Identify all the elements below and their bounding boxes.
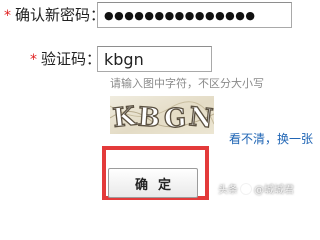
verify-code-hint: 请输入图中字符，不区分大小写 [110,77,264,90]
captcha-char: B [137,102,161,133]
watermark-account: @城城君 [254,185,294,196]
captcha-char: N [187,102,214,134]
confirm-password-field[interactable] [97,2,292,28]
captcha-image[interactable]: K B G N [110,96,214,134]
captcha-char: K [111,102,138,134]
captcha-graphic: K B G N [110,101,214,134]
refresh-captcha-link[interactable]: 看不清，换一张 [229,130,313,147]
watermark: 头条 @城城君 [218,181,294,196]
watermark-logo-icon [240,183,252,195]
submit-button[interactable]: 确定 [108,168,198,198]
confirm-password-label-text: 确认新密码： [15,6,106,24]
verify-code-label-text: 验证码： [41,50,102,68]
confirm-password-label: * 确认新密码： [4,5,105,26]
required-mark: * [4,8,11,24]
verify-code-label: * 验证码： [30,49,101,70]
captcha-char: G [163,103,187,134]
watermark-prefix: 头条 [218,185,238,196]
verify-code-input[interactable] [97,46,212,72]
required-mark: * [30,52,37,68]
